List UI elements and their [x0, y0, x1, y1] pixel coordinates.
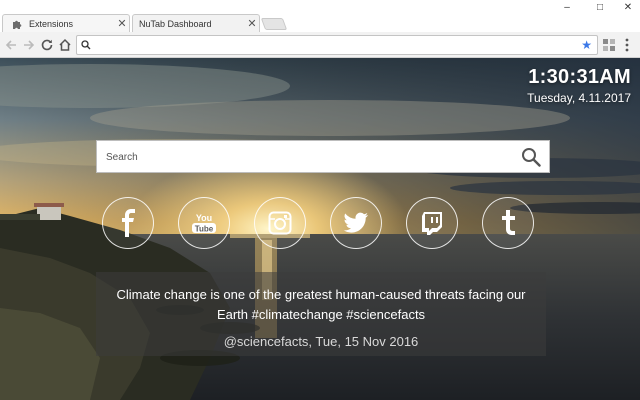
tumblr-icon [500, 210, 516, 236]
search-box [96, 140, 550, 173]
quote-meta: @sciencefacts, Tue, 15 Nov 2016 [96, 334, 546, 349]
social-links: You Tube [102, 197, 534, 249]
tab-nutab-dashboard[interactable]: NuTab Dashboard ✕ [132, 14, 260, 32]
twitter-button[interactable] [330, 197, 382, 249]
tumblr-button[interactable] [482, 197, 534, 249]
close-window-button[interactable]: ✕ [618, 2, 638, 14]
facebook-button[interactable] [102, 197, 154, 249]
quote-panel: Climate change is one of the greatest hu… [96, 272, 546, 356]
tab-strip: Extensions ✕ NuTab Dashboard ✕ – □ ✕ [0, 0, 640, 32]
home-icon [58, 38, 72, 52]
address-input[interactable] [95, 38, 565, 52]
home-button[interactable] [57, 37, 73, 53]
twitch-button[interactable] [406, 197, 458, 249]
menu-icon[interactable] [624, 38, 630, 52]
nutab-page: 1:30:31AM Tuesday, 4.11.2017 You Tube [0, 58, 640, 400]
clock: 1:30:31AM Tuesday, 4.11.2017 [527, 66, 631, 105]
address-bar[interactable]: ★ [76, 35, 598, 55]
search-icon [81, 40, 91, 50]
facebook-icon [118, 209, 138, 237]
search-button[interactable] [520, 146, 542, 168]
quote-text: Climate change is one of the greatest hu… [110, 285, 532, 325]
search-icon [521, 147, 541, 167]
youtube-icon: You Tube [190, 211, 218, 235]
close-tab-icon[interactable]: ✕ [115, 17, 129, 30]
search-input[interactable] [106, 149, 506, 165]
instagram-icon [268, 211, 292, 235]
puzzle-icon [11, 18, 23, 30]
reload-icon [40, 38, 54, 52]
tab-extensions[interactable]: Extensions ✕ [2, 14, 130, 32]
back-button[interactable] [3, 37, 19, 53]
twitch-icon [421, 211, 443, 235]
tab-label: NuTab Dashboard [133, 19, 245, 29]
instagram-button[interactable] [254, 197, 306, 249]
clock-date: Tuesday, 4.11.2017 [527, 91, 631, 105]
forward-arrow-icon [22, 38, 36, 52]
tab-label: Extensions [23, 19, 115, 29]
maximize-button[interactable]: □ [590, 2, 610, 14]
close-tab-icon[interactable]: ✕ [245, 17, 259, 30]
bookmark-star-icon[interactable]: ★ [581, 38, 592, 52]
reload-button[interactable] [39, 37, 55, 53]
forward-button[interactable] [21, 37, 37, 53]
browser-toolbar: ★ [0, 32, 640, 58]
svg-text:Tube: Tube [195, 225, 214, 234]
twitter-icon [343, 212, 369, 234]
new-tab-button[interactable] [261, 18, 287, 30]
minimize-button[interactable]: – [557, 2, 577, 14]
back-arrow-icon [4, 38, 18, 52]
clock-time: 1:30:31AM [527, 66, 631, 89]
youtube-button[interactable]: You Tube [178, 197, 230, 249]
extension-icon[interactable] [602, 38, 616, 52]
svg-text:You: You [196, 213, 212, 223]
